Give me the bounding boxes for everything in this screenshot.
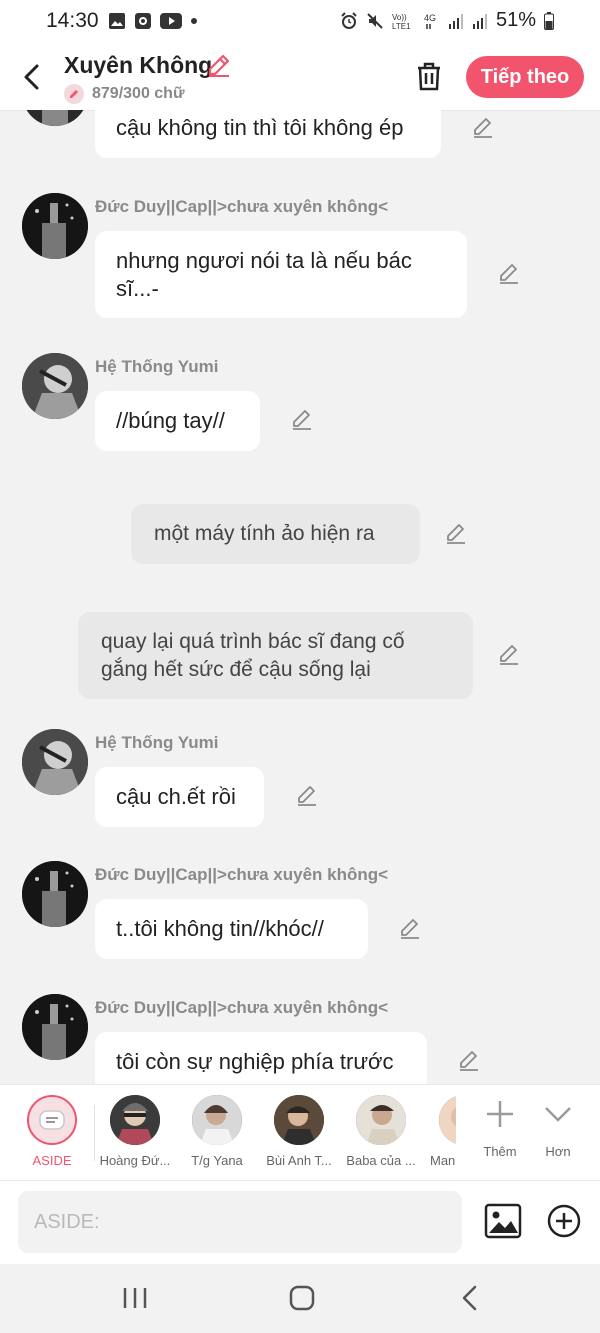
character-avatar (192, 1095, 242, 1145)
screen-record-icon (135, 13, 151, 29)
avatar[interactable] (22, 353, 88, 419)
chevron-down-icon (545, 1107, 571, 1122)
sender-name: Đức Duy||Cap||>chưa xuyên không< (95, 998, 389, 1017)
edit-message-icon[interactable] (296, 785, 318, 807)
message-line: sĩ...- (116, 276, 159, 301)
edit-message-icon[interactable] (498, 263, 520, 285)
svg-text:Vo)): Vo)) (392, 13, 407, 22)
character-label: Baba của ... (346, 1153, 416, 1168)
narration-line: quay lại quá trình bác sĩ đang cố (101, 630, 405, 653)
character-avatar (110, 1095, 160, 1145)
next-button[interactable]: Tiếp theo (466, 56, 584, 98)
message-bubble[interactable]: cậu ch.ết rồi (95, 767, 264, 827)
battery-icon (544, 11, 554, 30)
character-label: ASIDE (32, 1153, 72, 1168)
add-character-button[interactable]: Thêm (470, 1099, 530, 1159)
character-label: Hoàng Đứ... (99, 1153, 171, 1168)
sender-name: Đức Duy||Cap||>chưa xuyên không< (95, 865, 389, 884)
system-icons: Vo)) LTE1 4G 51% (340, 9, 554, 32)
volte-icon: Vo))LTE1 (392, 13, 411, 30)
pencil-badge-icon (64, 84, 84, 104)
character-label: Bùi Anh T... (266, 1153, 332, 1168)
add-circle-icon[interactable] (546, 1203, 582, 1239)
signal-icon (448, 13, 463, 29)
message-bubble[interactable]: tôi còn sự nghiệp phía trước (95, 1032, 427, 1084)
character-avatar (274, 1095, 324, 1145)
more-button[interactable]: Hơn (528, 1099, 588, 1159)
word-count: 879/300 chữ (92, 85, 185, 102)
aside-icon (27, 1095, 77, 1145)
more-label: Hơn (545, 1144, 571, 1159)
narration-bubble[interactable]: một máy tính ảo hiện ra (131, 504, 420, 564)
edit-message-icon[interactable] (445, 523, 467, 545)
recents-icon[interactable] (122, 1284, 148, 1312)
character-avatar (439, 1095, 456, 1145)
input-row: ASIDE: (0, 1180, 600, 1265)
avatar[interactable] (22, 729, 88, 795)
system-nav-bar (0, 1264, 600, 1333)
svg-text:LTE1: LTE1 (392, 22, 411, 30)
edit-message-icon[interactable] (458, 1050, 480, 1072)
mute-icon (367, 12, 383, 29)
back-arrow-icon[interactable] (22, 64, 42, 90)
character-label: T/g Yana (191, 1153, 243, 1168)
avatar[interactable] (22, 193, 88, 259)
character-item[interactable]: Hoàng Đứ... (94, 1095, 176, 1168)
character-label: Man (430, 1153, 456, 1168)
character-item[interactable]: Man (422, 1095, 456, 1168)
signal-icon (472, 13, 487, 29)
image-icon (109, 13, 125, 29)
message-bubble[interactable]: //búng tay// (95, 391, 260, 451)
character-item[interactable]: T/g Yana (176, 1095, 258, 1168)
avatar[interactable] (22, 110, 88, 126)
avatar[interactable] (22, 994, 88, 1060)
edit-message-icon[interactable] (291, 409, 313, 431)
sender-name: Hệ Thống Yumi (95, 733, 219, 752)
chat-area[interactable]: cậu không tin thì tôi không ép Đức Duy||… (0, 110, 600, 1084)
back-icon[interactable] (460, 1284, 480, 1312)
alarm-icon (341, 11, 357, 29)
svg-text:4G: 4G (424, 13, 436, 23)
youtube-icon (160, 13, 182, 29)
character-aside[interactable]: ASIDE (11, 1095, 93, 1168)
edit-title-icon[interactable] (206, 52, 232, 78)
status-time: 14:30 (46, 9, 99, 32)
avatar[interactable] (22, 861, 88, 927)
message-input[interactable]: ASIDE: (18, 1191, 462, 1253)
sender-name: Đức Duy||Cap||>chưa xuyên không< (95, 197, 389, 216)
message-bubble[interactable]: t..tôi không tin//khóc// (95, 899, 368, 959)
character-item[interactable]: Baba của ... (340, 1095, 422, 1168)
narration-line: gắng hết sức để cậu sống lại (101, 658, 371, 681)
edit-message-icon[interactable] (399, 918, 421, 940)
character-tray: ASIDE Hoàng Đứ... T/g Yana Bùi Anh T... … (0, 1084, 600, 1181)
edit-message-icon[interactable] (472, 117, 494, 139)
dot-icon (191, 18, 197, 24)
character-item[interactable]: Bùi Anh T... (258, 1095, 340, 1168)
character-avatar (356, 1095, 406, 1145)
word-count-row: 879/300 chữ (64, 84, 185, 104)
message-bubble[interactable]: nhưng ngươi nói ta là nếu bác sĩ...- (95, 231, 467, 318)
add-label: Thêm (483, 1144, 517, 1159)
trash-icon[interactable] (414, 60, 444, 92)
home-icon[interactable] (288, 1284, 316, 1312)
4g-icon: 4G (424, 13, 436, 29)
narration-bubble[interactable]: quay lại quá trình bác sĩ đang cố gắng h… (78, 612, 473, 699)
message-bubble[interactable]: cậu không tin thì tôi không ép (95, 110, 441, 158)
sender-name: Hệ Thống Yumi (95, 357, 219, 376)
notification-icons (108, 12, 198, 30)
plus-icon (487, 1101, 513, 1127)
image-picker-icon[interactable] (484, 1203, 522, 1239)
app-bar: Xuyên Không 879/300 chữ Tiếp theo (0, 44, 600, 111)
edit-message-icon[interactable] (498, 644, 520, 666)
battery-text: 51% (495, 9, 536, 31)
message-line: nhưng ngươi nói ta là nếu bác (116, 248, 412, 273)
status-bar: 14:30 Vo)) LTE1 4G 51% (0, 0, 600, 44)
story-title[interactable]: Xuyên Không (64, 52, 212, 79)
